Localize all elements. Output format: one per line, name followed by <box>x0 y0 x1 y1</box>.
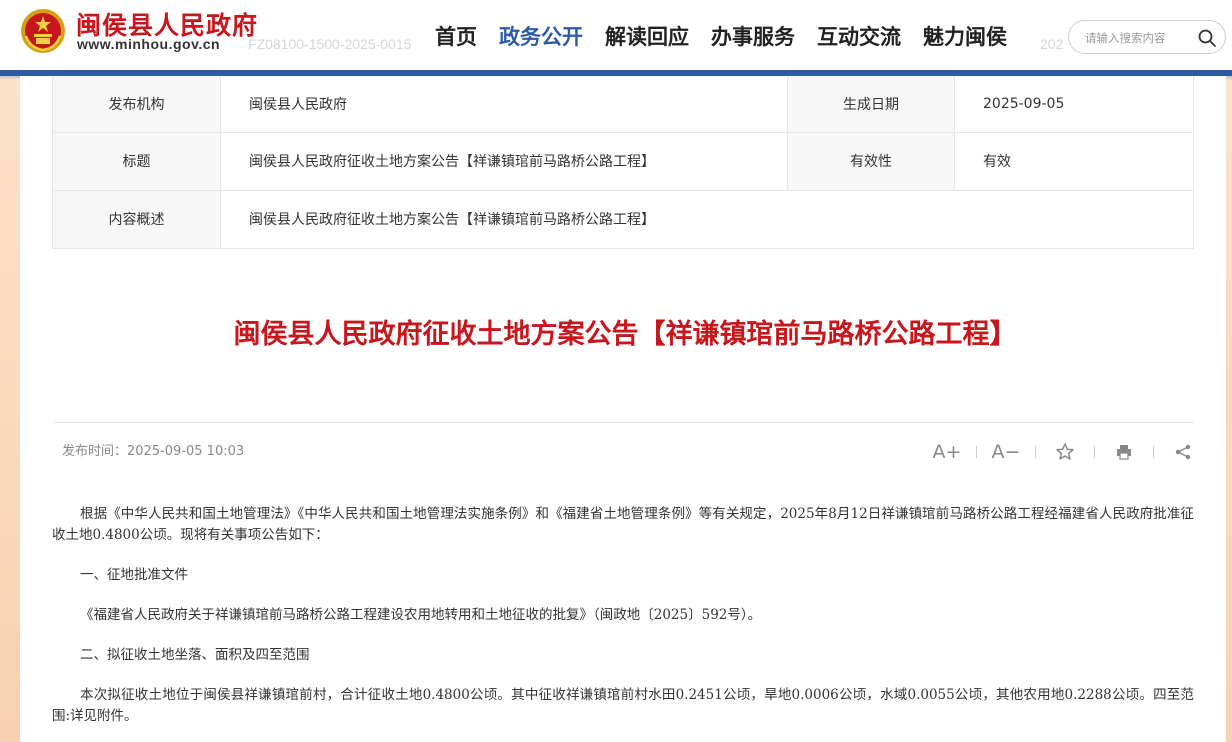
publisher-value: 闽侯县人民政府 <box>220 76 788 133</box>
toolbar-separator <box>1094 446 1095 458</box>
date-value: 2025-09-05 <box>954 76 1194 133</box>
validity-label: 有效性 <box>787 131 955 191</box>
article-paragraph: 《福建省人民政府关于祥谦镇琯前马路桥公路工程建设农用地转用和土地征收的批复》（闽… <box>80 607 762 623</box>
search-box <box>1068 20 1226 54</box>
search-icon[interactable] <box>1197 28 1217 48</box>
star-icon[interactable] <box>1050 440 1080 464</box>
article-paragraph: 二、拟征收土地坐落、面积及四至范围 <box>80 647 310 663</box>
publisher-label: 发布机构 <box>52 76 221 133</box>
summary-label: 内容概述 <box>52 189 221 249</box>
article-body: 根据《中华人民共和国土地管理法》《中华人民共和国土地管理法实施条例》和《福建省土… <box>52 504 1194 742</box>
document-year-ghost: 202 <box>1040 36 1064 52</box>
toolbar-separator <box>1035 446 1036 458</box>
title-divider <box>52 422 1194 423</box>
share-icon[interactable] <box>1168 440 1198 464</box>
nav-charm-minhou[interactable]: 魅力闽侯 <box>912 20 1018 56</box>
article-paragraph: 根据《中华人民共和国土地管理法》《中华人民共和国土地管理法实施条例》和《福建省土… <box>52 506 1194 543</box>
nav-government-affairs[interactable]: 政务公开 <box>488 20 594 56</box>
article-title: 闽侯县人民政府征收土地方案公告【祥谦镇琯前马路桥公路工程】 <box>233 319 1017 350</box>
search-input[interactable] <box>1085 28 1189 48</box>
nav-services[interactable]: 办事服务 <box>700 20 806 56</box>
page-background-left <box>0 0 20 742</box>
title-value: 闽侯县人民政府征收土地方案公告【祥谦镇琯前马路桥公路工程】 <box>220 131 788 191</box>
toolbar-separator <box>1153 446 1154 458</box>
document-number-ghost: FZ08100-1500-2025-0015 <box>248 36 412 52</box>
toolbar-separator <box>976 446 977 458</box>
table-row: 内容概述 闽侯县人民政府征收土地方案公告【祥谦镇琯前马路桥公路工程】 <box>52 189 1194 249</box>
title-label: 标题 <box>52 131 221 191</box>
site-url[interactable]: www.minhou.gov.cn <box>77 36 220 52</box>
article-paragraph: 本次拟征收土地位于闽侯县祥谦镇琯前村，合计征收土地0.4800公顷。其中征收祥谦… <box>52 687 1194 724</box>
font-increase-icon[interactable]: A+ <box>932 440 962 464</box>
document-meta-table: 发布机构 闽侯县人民政府 生成日期 2025-09-05 标题 闽侯县人民政府征… <box>52 76 1194 249</box>
date-label: 生成日期 <box>787 76 955 133</box>
nav-interaction[interactable]: 互动交流 <box>806 20 912 56</box>
site-header: 闽侯县人民政府 www.minhou.gov.cn FZ08100-1500-2… <box>0 0 1232 70</box>
article-paragraph: 一、征地批准文件 <box>80 567 188 583</box>
article-toolbar: A+ A− <box>932 440 1198 464</box>
nav-interpretation[interactable]: 解读回应 <box>594 20 700 56</box>
table-row: 发布机构 闽侯县人民政府 生成日期 2025-09-05 <box>52 76 1194 133</box>
national-emblem-icon[interactable] <box>20 8 66 54</box>
content-panel: 发布机构 闽侯县人民政府 生成日期 2025-09-05 标题 闽侯县人民政府征… <box>20 76 1226 742</box>
validity-value: 有效 <box>954 131 1194 191</box>
summary-value: 闽侯县人民政府征收土地方案公告【祥谦镇琯前马路桥公路工程】 <box>220 189 1194 249</box>
font-decrease-icon[interactable]: A− <box>991 440 1021 464</box>
nav-home[interactable]: 首页 <box>424 20 488 56</box>
publish-time: 发布时间：2025-09-05 10:03 <box>62 444 245 459</box>
print-icon[interactable] <box>1109 440 1139 464</box>
main-nav: 首页 政务公开 解读回应 办事服务 互动交流 魅力闽侯 <box>424 20 1018 56</box>
table-row: 标题 闽侯县人民政府征收土地方案公告【祥谦镇琯前马路桥公路工程】 有效性 有效 <box>52 131 1194 191</box>
